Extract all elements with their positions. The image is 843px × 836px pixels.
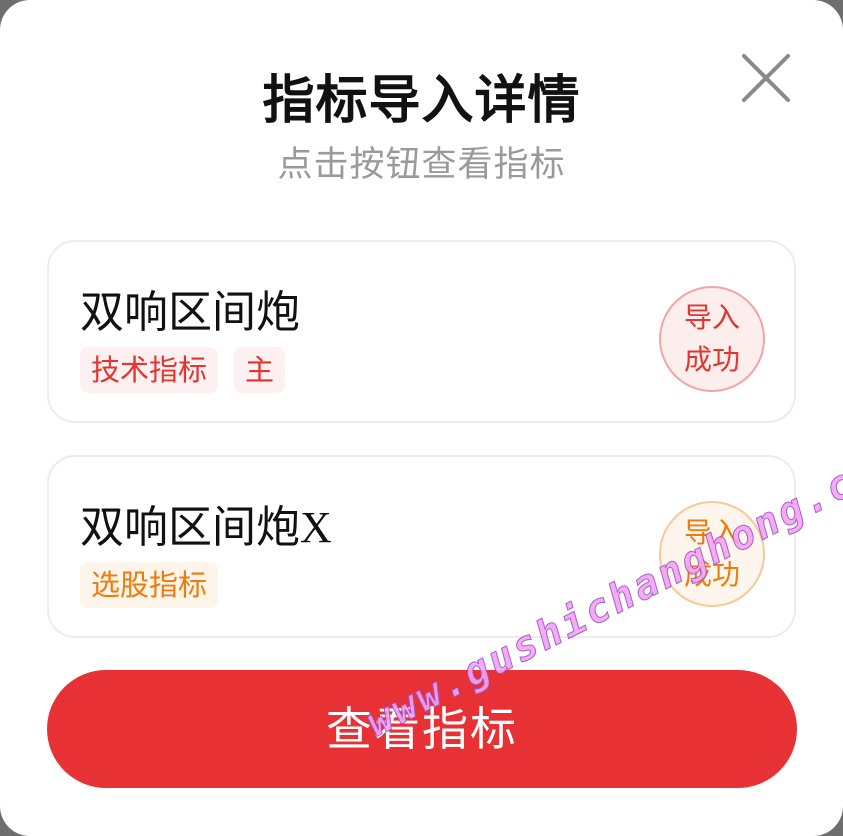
- import-details-dialog: 指标导入详情 点击按钮查看指标 双响区间炮 技术指标 主 导入 成功 双响区间炮…: [0, 0, 843, 836]
- indicator-name: 双响区间炮: [80, 287, 300, 338]
- indicator-tags: 技术指标 主: [80, 347, 286, 393]
- indicator-card: 双响区间炮X 选股指标 导入 成功: [47, 455, 796, 638]
- status-text-line1: 导入: [683, 516, 740, 549]
- close-button[interactable]: [738, 50, 794, 106]
- import-status-badge: 导入 成功: [659, 286, 765, 392]
- tag-indicator-type: 技术指标: [80, 347, 219, 393]
- indicator-name: 双响区间炮X: [80, 491, 332, 555]
- tag-indicator-type: 选股指标: [80, 562, 219, 608]
- status-text-line2: 成功: [683, 558, 740, 591]
- tag-main: 主: [234, 347, 286, 393]
- close-icon: [742, 54, 790, 102]
- indicator-name-suffix: X: [300, 503, 332, 552]
- dialog-title: 指标导入详情: [262, 71, 581, 131]
- indicator-name-cjk: 双响区间炮: [80, 502, 300, 553]
- dialog-subtitle: 点击按钮查看指标: [277, 145, 566, 185]
- status-text-line1: 导入: [683, 301, 740, 334]
- view-indicators-button[interactable]: 查看指标: [47, 670, 797, 788]
- import-status-badge: 导入 成功: [659, 501, 765, 607]
- indicator-tags: 选股指标: [80, 562, 219, 608]
- status-text-line2: 成功: [683, 343, 740, 376]
- indicator-card: 双响区间炮 技术指标 主 导入 成功: [47, 240, 796, 423]
